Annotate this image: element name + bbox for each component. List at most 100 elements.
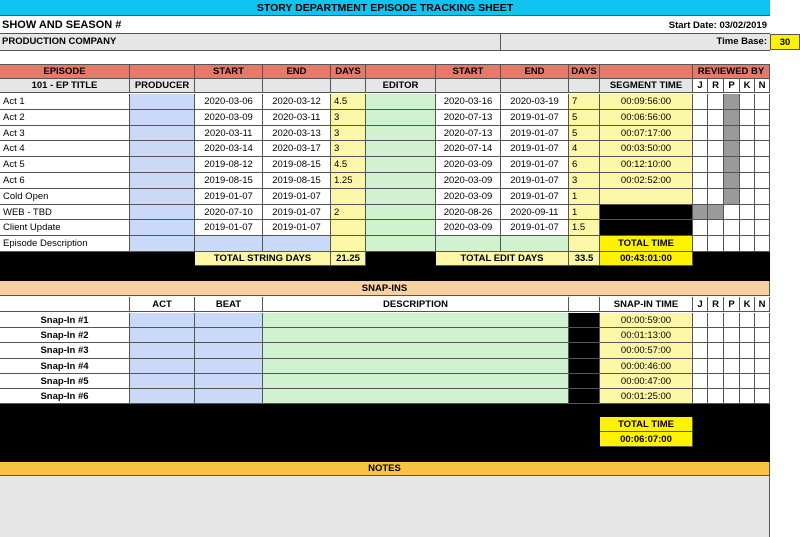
producer-input[interactable]	[130, 126, 195, 141]
string-start[interactable]: 2019-08-15	[195, 173, 263, 189]
edit-end[interactable]: 2019-01-07	[501, 141, 569, 157]
edit-end[interactable]	[501, 236, 569, 252]
snapin-description-input[interactable]	[263, 389, 569, 404]
producer-input[interactable]	[130, 173, 195, 189]
editor-input[interactable]	[366, 141, 436, 157]
reviewer-checkbox-j[interactable]	[693, 205, 708, 220]
reviewer-checkbox-p[interactable]	[724, 205, 740, 220]
reviewer-checkbox-n[interactable]	[755, 141, 770, 157]
string-end[interactable]: 2019-08-15	[263, 173, 331, 189]
edit-start[interactable]: 2020-08-26	[436, 205, 501, 220]
reviewer-checkbox-k[interactable]	[740, 359, 755, 374]
editor-input[interactable]	[366, 189, 436, 205]
string-start[interactable]	[195, 236, 263, 252]
string-end[interactable]: 2020-03-12	[263, 94, 331, 110]
editor-input[interactable]	[366, 126, 436, 141]
reviewer-checkbox-k[interactable]	[740, 157, 755, 173]
reviewer-checkbox-j[interactable]	[693, 359, 708, 374]
reviewer-checkbox-r[interactable]	[708, 110, 724, 126]
reviewer-checkbox-r[interactable]	[708, 359, 724, 374]
reviewer-checkbox-p[interactable]	[724, 94, 740, 110]
reviewer-checkbox-p[interactable]	[724, 313, 740, 328]
reviewer-checkbox-p[interactable]	[724, 359, 740, 374]
reviewer-checkbox-p[interactable]	[724, 374, 740, 389]
editor-input[interactable]	[366, 173, 436, 189]
reviewer-checkbox-n[interactable]	[755, 110, 770, 126]
snapin-act-input[interactable]	[130, 328, 195, 343]
edit-end[interactable]: 2020-03-19	[501, 94, 569, 110]
reviewer-checkbox-j[interactable]	[693, 94, 708, 110]
string-start[interactable]: 2020-03-14	[195, 141, 263, 157]
reviewer-checkbox-j[interactable]	[693, 389, 708, 404]
reviewer-checkbox-k[interactable]	[740, 205, 755, 220]
snapin-beat-input[interactable]	[195, 359, 263, 374]
string-end[interactable]: 2020-03-17	[263, 141, 331, 157]
reviewer-checkbox-n[interactable]	[755, 359, 770, 374]
string-end[interactable]: 2019-01-07	[263, 189, 331, 205]
snapin-act-input[interactable]	[130, 313, 195, 328]
snapin-beat-input[interactable]	[195, 343, 263, 359]
reviewer-checkbox-j[interactable]	[693, 189, 708, 205]
edit-end[interactable]: 2019-01-07	[501, 173, 569, 189]
reviewer-checkbox-p[interactable]	[724, 236, 740, 252]
reviewer-checkbox-r[interactable]	[708, 157, 724, 173]
producer-input[interactable]	[130, 189, 195, 205]
edit-start[interactable]: 2020-03-09	[436, 220, 501, 236]
reviewer-checkbox-j[interactable]	[693, 126, 708, 141]
string-start[interactable]: 2020-07-10	[195, 205, 263, 220]
edit-end[interactable]: 2019-01-07	[501, 220, 569, 236]
reviewer-checkbox-p[interactable]	[724, 110, 740, 126]
string-end[interactable]: 2019-01-07	[263, 220, 331, 236]
reviewer-checkbox-k[interactable]	[740, 220, 755, 236]
producer-input[interactable]	[130, 110, 195, 126]
reviewer-checkbox-n[interactable]	[755, 313, 770, 328]
reviewer-checkbox-j[interactable]	[693, 157, 708, 173]
reviewer-checkbox-n[interactable]	[755, 205, 770, 220]
edit-end[interactable]: 2019-01-07	[501, 189, 569, 205]
reviewer-checkbox-p[interactable]	[724, 220, 740, 236]
reviewer-checkbox-n[interactable]	[755, 173, 770, 189]
reviewer-checkbox-j[interactable]	[693, 328, 708, 343]
reviewer-checkbox-p[interactable]	[724, 126, 740, 141]
edit-start[interactable]: 2020-07-14	[436, 141, 501, 157]
reviewer-checkbox-p[interactable]	[724, 328, 740, 343]
producer-input[interactable]	[130, 220, 195, 236]
reviewer-checkbox-n[interactable]	[755, 374, 770, 389]
reviewer-checkbox-n[interactable]	[755, 189, 770, 205]
string-start[interactable]: 2020-03-11	[195, 126, 263, 141]
snapin-beat-input[interactable]	[195, 313, 263, 328]
snapin-act-input[interactable]	[130, 389, 195, 404]
reviewer-checkbox-j[interactable]	[693, 236, 708, 252]
edit-start[interactable]: 2020-03-16	[436, 94, 501, 110]
reviewer-checkbox-p[interactable]	[724, 389, 740, 404]
reviewer-checkbox-k[interactable]	[740, 328, 755, 343]
reviewer-checkbox-j[interactable]	[693, 343, 708, 359]
reviewer-checkbox-k[interactable]	[740, 110, 755, 126]
reviewer-checkbox-k[interactable]	[740, 126, 755, 141]
reviewer-checkbox-r[interactable]	[708, 374, 724, 389]
snapin-beat-input[interactable]	[195, 374, 263, 389]
reviewer-checkbox-n[interactable]	[755, 220, 770, 236]
edit-end[interactable]: 2019-01-07	[501, 157, 569, 173]
reviewer-checkbox-r[interactable]	[708, 173, 724, 189]
reviewer-checkbox-k[interactable]	[740, 189, 755, 205]
reviewer-checkbox-j[interactable]	[693, 220, 708, 236]
producer-input[interactable]	[130, 157, 195, 173]
snapin-description-input[interactable]	[263, 313, 569, 328]
producer-input[interactable]	[130, 141, 195, 157]
reviewer-checkbox-r[interactable]	[708, 328, 724, 343]
string-start[interactable]: 2020-03-09	[195, 110, 263, 126]
edit-start[interactable]: 2020-07-13	[436, 126, 501, 141]
edit-end[interactable]: 2019-01-07	[501, 126, 569, 141]
editor-input[interactable]	[366, 157, 436, 173]
reviewer-checkbox-p[interactable]	[724, 189, 740, 205]
reviewer-checkbox-k[interactable]	[740, 173, 755, 189]
reviewer-checkbox-k[interactable]	[740, 374, 755, 389]
reviewer-checkbox-p[interactable]	[724, 173, 740, 189]
string-start[interactable]: 2019-01-07	[195, 220, 263, 236]
snapin-description-input[interactable]	[263, 359, 569, 374]
editor-input[interactable]	[366, 220, 436, 236]
producer-input[interactable]	[130, 236, 195, 252]
reviewer-checkbox-j[interactable]	[693, 110, 708, 126]
reviewer-checkbox-j[interactable]	[693, 173, 708, 189]
